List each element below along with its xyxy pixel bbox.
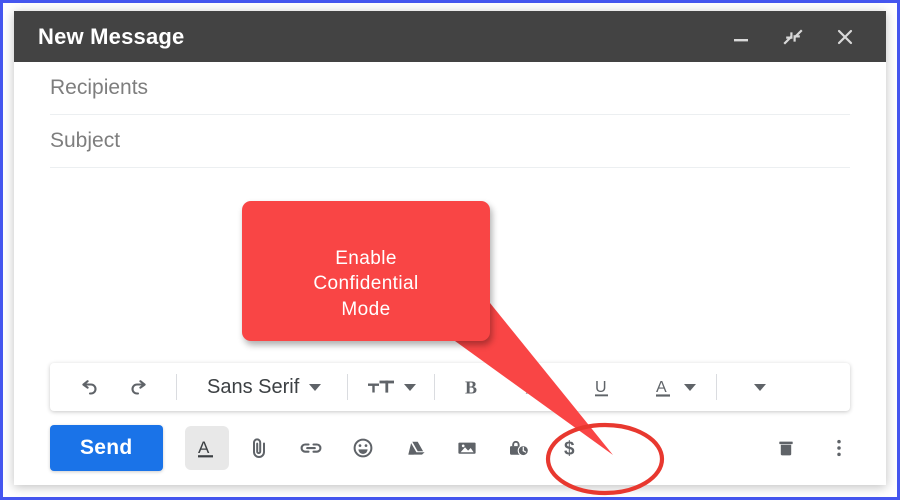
redo-icon — [127, 375, 151, 399]
confidential-mode-lock-clock-icon — [504, 434, 534, 462]
subject-placeholder: Subject — [50, 129, 120, 153]
svg-text:B: B — [465, 378, 477, 398]
undo-button[interactable] — [64, 368, 114, 406]
exit-fullscreen-button[interactable] — [780, 24, 806, 50]
insert-drive-file-button[interactable] — [393, 426, 437, 470]
compose-right-actions — [764, 426, 852, 470]
svg-text:U: U — [595, 379, 607, 396]
format-toolbar-wrap: Sans Serif — [14, 363, 886, 411]
toolbar-divider-1 — [176, 374, 177, 400]
bold-icon: B — [461, 375, 483, 399]
formatting-a-icon: A — [194, 435, 220, 461]
formatting-options-button[interactable]: A — [185, 426, 229, 470]
minimize-icon — [731, 27, 751, 47]
image-frame: New Message — [0, 0, 900, 500]
close-button[interactable] — [832, 24, 858, 50]
svg-text:I: I — [525, 378, 534, 398]
compose-fields: Recipients Subject — [14, 62, 886, 168]
subject-input[interactable]: Subject — [50, 115, 850, 168]
recipients-placeholder: Recipients — [50, 76, 148, 100]
chevron-down-icon — [754, 384, 766, 391]
insert-photo-button[interactable] — [445, 426, 489, 470]
money-icon: $ — [558, 435, 584, 461]
compose-title-bar: New Message — [14, 11, 886, 62]
more-options-button[interactable] — [826, 426, 852, 470]
insert-link-button[interactable] — [289, 426, 333, 470]
toolbar-divider-3 — [434, 374, 435, 400]
compose-icon-row: A — [185, 426, 593, 470]
svg-text:$: $ — [564, 439, 575, 460]
callout-text: Enable Confidential Mode — [242, 201, 490, 341]
italic-button[interactable]: I — [497, 368, 567, 406]
send-button[interactable]: Send — [50, 425, 163, 471]
close-icon — [834, 26, 856, 48]
toolbar-divider-4 — [716, 374, 717, 400]
redo-button[interactable] — [114, 368, 164, 406]
callout-line-3: Mode — [341, 297, 390, 322]
format-toolbar: Sans Serif — [50, 363, 850, 411]
discard-draft-button[interactable] — [764, 426, 808, 470]
paperclip-icon — [246, 435, 272, 461]
undo-icon — [77, 375, 101, 399]
more-vertical-icon — [829, 435, 849, 461]
confidential-mode-button[interactable] — [497, 426, 541, 470]
font-size-icon — [366, 375, 396, 399]
chevron-down-icon — [684, 384, 696, 391]
font-family-select[interactable]: Sans Serif — [189, 368, 335, 406]
emoji-icon — [349, 434, 377, 462]
font-family-label: Sans Serif — [189, 376, 309, 399]
more-format-options-button[interactable] — [729, 368, 791, 406]
minimize-button[interactable] — [728, 24, 754, 50]
trash-icon — [773, 435, 799, 461]
underline-button[interactable]: U — [567, 368, 637, 406]
chevron-down-icon — [404, 384, 416, 391]
exit-fullscreen-icon — [782, 26, 804, 48]
google-drive-icon — [401, 435, 429, 461]
font-size-button[interactable] — [360, 368, 422, 406]
italic-icon: I — [522, 375, 542, 399]
toolbar-divider-2 — [347, 374, 348, 400]
compose-action-bar: Send A — [14, 411, 886, 485]
svg-text:A: A — [656, 379, 667, 396]
callout-line-1: Enable — [335, 246, 397, 271]
underline-icon: U — [591, 375, 613, 399]
callout-line-2: Confidential — [313, 271, 418, 296]
chevron-down-icon — [309, 384, 321, 391]
svg-text:A: A — [198, 438, 210, 457]
window-controls — [728, 24, 858, 50]
insert-emoji-button[interactable] — [341, 426, 385, 470]
callout-bubble: Enable Confidential Mode — [242, 201, 490, 341]
photo-icon — [453, 435, 481, 461]
text-color-icon: A — [653, 375, 675, 399]
page-title: New Message — [38, 24, 728, 50]
link-icon — [297, 435, 325, 461]
text-color-button[interactable]: A — [637, 368, 704, 406]
bold-button[interactable]: B — [447, 368, 497, 406]
recipients-input[interactable]: Recipients — [50, 62, 850, 115]
attach-files-button[interactable] — [237, 426, 281, 470]
insert-money-button[interactable]: $ — [549, 426, 593, 470]
